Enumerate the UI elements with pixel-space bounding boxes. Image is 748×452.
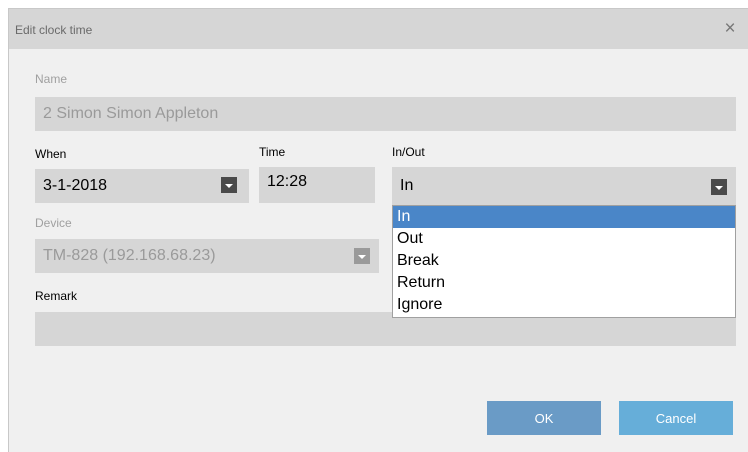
name-field[interactable]: 2 Simon Simon Appleton xyxy=(35,97,736,131)
inout-select[interactable]: In xyxy=(392,167,736,205)
device-value: TM-828 (192.168.68.23) xyxy=(43,247,216,264)
chevron-down-icon[interactable] xyxy=(221,177,237,193)
edit-clock-time-dialog: Edit clock time × Name 2 Simon Simon App… xyxy=(8,8,748,452)
inout-label: In/Out xyxy=(392,145,425,159)
option-break[interactable]: Break xyxy=(393,250,735,272)
option-ignore[interactable]: Ignore xyxy=(393,294,735,316)
ok-button-label: OK xyxy=(534,410,554,426)
chevron-down-icon[interactable] xyxy=(711,179,727,195)
option-return[interactable]: Return xyxy=(393,272,735,294)
remark-label: Remark xyxy=(35,289,78,303)
name-label: Name xyxy=(35,72,68,86)
when-label: When xyxy=(35,147,67,161)
name-value: 2 Simon Simon Appleton xyxy=(43,105,219,122)
title-bar: Edit clock time × xyxy=(9,9,748,49)
option-out[interactable]: Out xyxy=(393,228,735,250)
when-value: 3-1-2018 xyxy=(43,177,108,194)
inout-value: In xyxy=(400,177,414,194)
when-date-picker[interactable]: 3-1-2018 xyxy=(35,169,249,203)
option-in[interactable]: In xyxy=(393,206,735,228)
dialog-title: Edit clock time xyxy=(15,23,93,37)
device-label: Device xyxy=(35,216,72,230)
chevron-down-icon[interactable] xyxy=(354,248,370,264)
inout-dropdown-list: In Out Break Return Ignore xyxy=(392,205,736,318)
close-icon[interactable]: × xyxy=(719,18,741,40)
ok-button[interactable]: OK xyxy=(487,401,601,435)
cancel-button-label: Cancel xyxy=(655,410,697,426)
time-label: Time xyxy=(259,145,286,159)
device-select[interactable]: TM-828 (192.168.68.23) xyxy=(35,239,379,273)
time-value: 12:28 xyxy=(267,173,308,190)
cancel-button[interactable]: Cancel xyxy=(619,401,733,435)
time-field[interactable]: 12:28 xyxy=(259,167,375,203)
